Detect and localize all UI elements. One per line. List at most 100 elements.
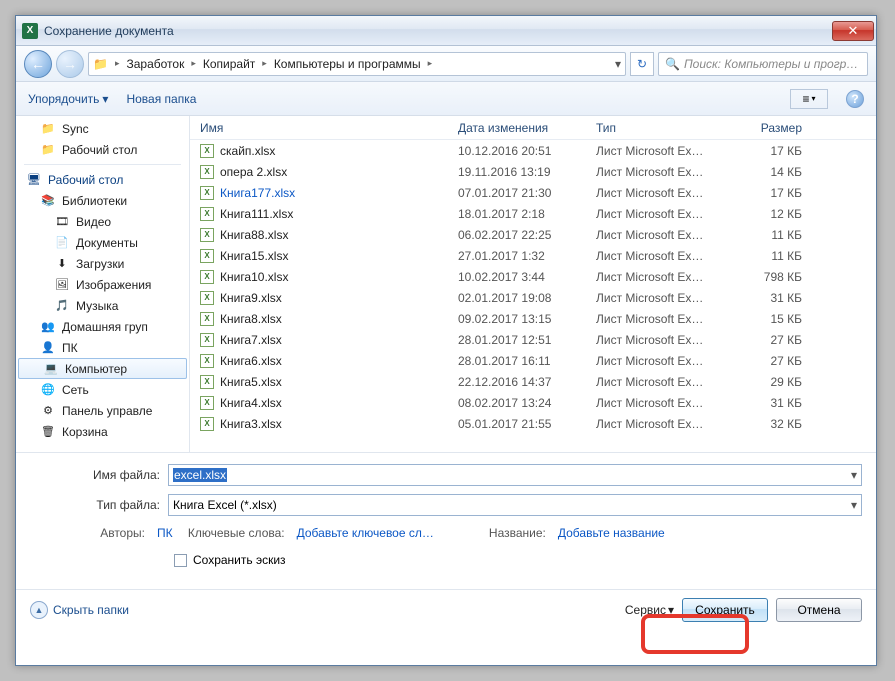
sidebar-item[interactable]: 🎞Видео bbox=[16, 211, 189, 232]
breadcrumb-item[interactable]: Копирайт bbox=[199, 55, 259, 73]
col-name[interactable]: Имя bbox=[200, 121, 458, 135]
file-row[interactable]: XКнига3.xlsx05.01.2017 21:55Лист Microso… bbox=[190, 413, 876, 434]
sidebar-item[interactable]: 🖼Изображения bbox=[16, 274, 189, 295]
chevron-down-icon[interactable]: ▾ bbox=[851, 468, 857, 482]
keywords-value[interactable]: Добавьте ключевое сл… bbox=[297, 526, 434, 540]
save-thumbnail-checkbox[interactable] bbox=[174, 554, 187, 567]
file-row[interactable]: Xопера 2.xlsx19.11.2016 13:19Лист Micros… bbox=[190, 161, 876, 182]
forward-button[interactable]: → bbox=[56, 50, 84, 78]
col-type[interactable]: Тип bbox=[596, 121, 742, 135]
file-row[interactable]: XКнига8.xlsx09.02.2017 13:15Лист Microso… bbox=[190, 308, 876, 329]
file-type: Лист Microsoft Ex… bbox=[596, 354, 742, 368]
folder-icon: 📄 bbox=[54, 235, 70, 251]
sidebar-item[interactable]: 👥Домашняя груп bbox=[16, 316, 189, 337]
file-name: Книга6.xlsx bbox=[220, 354, 282, 368]
sidebar-item[interactable]: 🖥Рабочий стол bbox=[16, 169, 189, 190]
file-row[interactable]: XКнига6.xlsx28.01.2017 16:11Лист Microso… bbox=[190, 350, 876, 371]
file-date: 28.01.2017 12:51 bbox=[458, 333, 596, 347]
file-list: Имя Дата изменения Тип Размер Xскайп.xls… bbox=[190, 116, 876, 452]
file-row[interactable]: XКнига10.xlsx10.02.2017 3:44Лист Microso… bbox=[190, 266, 876, 287]
hide-folders-button[interactable]: ▲ Скрыть папки bbox=[30, 601, 129, 619]
window-title: Сохранение документа bbox=[44, 24, 174, 38]
breadcrumb-item[interactable]: Компьютеры и программы bbox=[270, 55, 425, 73]
sidebar-item[interactable]: ⬇Загрузки bbox=[16, 253, 189, 274]
sidebar-item[interactable]: 📁Рабочий стол bbox=[16, 139, 189, 160]
filename-label: Имя файла: bbox=[30, 468, 160, 482]
folder-icon: 🎵 bbox=[54, 298, 70, 314]
tools-menu[interactable]: Сервис ▾ bbox=[625, 603, 674, 617]
file-row[interactable]: XКнига4.xlsx08.02.2017 13:24Лист Microso… bbox=[190, 392, 876, 413]
sidebar-item[interactable]: ⚙Панель управле bbox=[16, 400, 189, 421]
cancel-button[interactable]: Отмена bbox=[776, 598, 862, 622]
breadcrumb-item[interactable]: Заработок bbox=[122, 55, 188, 73]
col-date[interactable]: Дата изменения bbox=[458, 121, 596, 135]
refresh-button[interactable]: ↻ bbox=[630, 52, 654, 76]
title-value[interactable]: Добавьте название bbox=[558, 526, 665, 540]
keywords-label: Ключевые слова: bbox=[185, 526, 285, 540]
breadcrumb-sep: ▸ bbox=[112, 58, 123, 69]
sidebar-item-label: Sync bbox=[62, 122, 89, 136]
file-row[interactable]: XКнига177.xlsx07.01.2017 21:30Лист Micro… bbox=[190, 182, 876, 203]
file-name: Книга9.xlsx bbox=[220, 291, 282, 305]
organize-menu[interactable]: Упорядочить ▾ bbox=[28, 92, 108, 106]
file-type: Лист Microsoft Ex… bbox=[596, 312, 742, 326]
file-date: 06.02.2017 22:25 bbox=[458, 228, 596, 242]
file-date: 02.01.2017 19:08 bbox=[458, 291, 596, 305]
xlsx-icon: X bbox=[200, 186, 214, 200]
file-size: 31 КБ bbox=[742, 396, 822, 410]
file-name: Книга5.xlsx bbox=[220, 375, 282, 389]
file-list-header[interactable]: Имя Дата изменения Тип Размер bbox=[190, 116, 876, 140]
back-button[interactable]: ← bbox=[24, 50, 52, 78]
file-row[interactable]: XКнига7.xlsx28.01.2017 12:51Лист Microso… bbox=[190, 329, 876, 350]
help-button[interactable]: ? bbox=[846, 90, 864, 108]
new-folder-button[interactable]: Новая папка bbox=[126, 92, 196, 106]
sidebar-item[interactable]: 📁Sync bbox=[16, 118, 189, 139]
file-name: опера 2.xlsx bbox=[220, 165, 287, 179]
filename-input[interactable]: excel.xlsx ▾ bbox=[168, 464, 862, 486]
close-button[interactable]: ✕ bbox=[832, 21, 874, 41]
sidebar-item-label: Рабочий стол bbox=[48, 173, 123, 187]
filetype-select[interactable]: Книга Excel (*.xlsx) ▾ bbox=[168, 494, 862, 516]
file-date: 10.12.2016 20:51 bbox=[458, 144, 596, 158]
xlsx-icon: X bbox=[200, 375, 214, 389]
breadcrumb[interactable]: 📁 ▸ Заработок ▸ Копирайт ▸ Компьютеры и … bbox=[88, 52, 626, 76]
file-row[interactable]: Xскайп.xlsx10.12.2016 20:51Лист Microsof… bbox=[190, 140, 876, 161]
save-button[interactable]: Сохранить bbox=[682, 598, 768, 622]
sidebar-item-label: Домашняя груп bbox=[62, 320, 148, 334]
col-size[interactable]: Размер bbox=[742, 121, 822, 135]
sidebar-item[interactable]: 🗑Корзина bbox=[16, 421, 189, 442]
chevron-down-icon[interactable]: ▾ bbox=[851, 498, 857, 512]
breadcrumb-drop[interactable]: ▾ bbox=[615, 57, 621, 71]
file-row[interactable]: XКнига15.xlsx27.01.2017 1:32Лист Microso… bbox=[190, 245, 876, 266]
authors-label: Авторы: bbox=[90, 526, 145, 540]
sidebar-item[interactable]: 📚Библиотеки bbox=[16, 190, 189, 211]
sidebar-item[interactable]: 💻Компьютер bbox=[18, 358, 187, 379]
sidebar-item-label: Панель управле bbox=[62, 404, 152, 418]
search-input[interactable]: 🔍 Поиск: Компьютеры и прогр… bbox=[658, 52, 868, 76]
sidebar-item[interactable]: 🌐Сеть bbox=[16, 379, 189, 400]
actions-bar: ▲ Скрыть папки Сервис ▾ Сохранить Отмена bbox=[16, 589, 876, 636]
view-button[interactable]: ≡ ▾ bbox=[790, 89, 828, 109]
file-type: Лист Microsoft Ex… bbox=[596, 165, 742, 179]
file-row[interactable]: XКнига111.xlsx18.01.2017 2:18Лист Micros… bbox=[190, 203, 876, 224]
breadcrumb-sep: ▸ bbox=[259, 58, 270, 69]
folder-icon: ⬇ bbox=[54, 256, 70, 272]
folder-icon: 📁 bbox=[40, 142, 56, 158]
file-name: Книга88.xlsx bbox=[220, 228, 288, 242]
file-name: Книга7.xlsx bbox=[220, 333, 282, 347]
collapse-icon: ▲ bbox=[30, 601, 48, 619]
file-name: Книга15.xlsx bbox=[220, 249, 288, 263]
sidebar-item[interactable]: 🎵Музыка bbox=[16, 295, 189, 316]
authors-value[interactable]: ПК bbox=[157, 526, 173, 540]
file-name: Книга177.xlsx bbox=[220, 186, 295, 200]
sidebar-item[interactable]: 👤ПК bbox=[16, 337, 189, 358]
file-row[interactable]: XКнига88.xlsx06.02.2017 22:25Лист Micros… bbox=[190, 224, 876, 245]
file-row[interactable]: XКнига9.xlsx02.01.2017 19:08Лист Microso… bbox=[190, 287, 876, 308]
file-type: Лист Microsoft Ex… bbox=[596, 396, 742, 410]
file-date: 19.11.2016 13:19 bbox=[458, 165, 596, 179]
file-size: 29 КБ bbox=[742, 375, 822, 389]
file-type: Лист Microsoft Ex… bbox=[596, 375, 742, 389]
sidebar-item[interactable]: 📄Документы bbox=[16, 232, 189, 253]
file-row[interactable]: XКнига5.xlsx22.12.2016 14:37Лист Microso… bbox=[190, 371, 876, 392]
file-size: 15 КБ bbox=[742, 312, 822, 326]
